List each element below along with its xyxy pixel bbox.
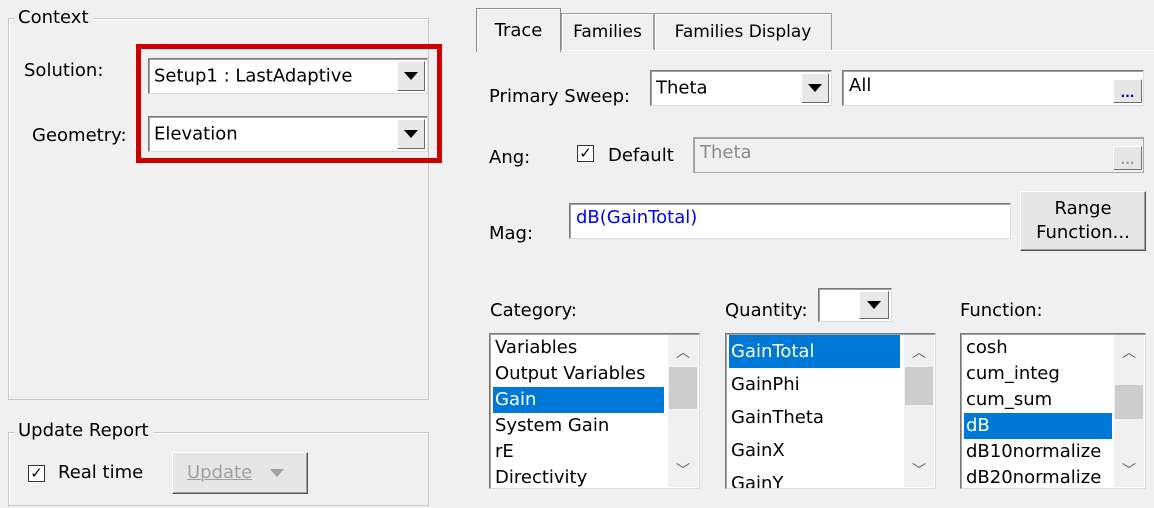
- quantity-label: Quantity:: [725, 300, 808, 321]
- tab-families-display[interactable]: Families Display: [654, 13, 832, 50]
- mag-value: dB(GainTotal): [576, 207, 698, 228]
- ang-field: Theta: [693, 137, 1144, 173]
- scroll-down-icon[interactable]: ﹀: [668, 455, 698, 485]
- function-list[interactable]: cosh cum_integ cum_sum dB dB10normalize dB20n…: [960, 333, 1146, 489]
- list-item[interactable]: Variables: [493, 335, 664, 361]
- chevron-down-icon: [404, 72, 418, 80]
- primary-sweep-label: Primary Sweep:: [489, 86, 631, 107]
- sweep-range-field[interactable]: All: [842, 70, 1144, 106]
- list-item[interactable]: GainTotal: [729, 335, 900, 368]
- context-group-title: Context: [14, 7, 93, 29]
- function-label: Function:: [960, 300, 1043, 321]
- checkmark-icon: ✓: [579, 144, 592, 162]
- sweep-range-value: All: [849, 75, 872, 96]
- chevron-down-icon: [270, 469, 285, 477]
- update-report-title: Update Report: [14, 420, 153, 442]
- primary-sweep-select[interactable]: Theta: [650, 70, 832, 106]
- sweep-range-browse-button[interactable]: ...: [1113, 79, 1142, 103]
- solution-select[interactable]: Setup1 : LastAdaptive: [148, 58, 428, 94]
- primary-sweep-value: Theta: [656, 77, 708, 99]
- tab-trace[interactable]: Trace: [476, 8, 561, 52]
- solution-label: Solution:: [24, 60, 104, 81]
- solution-select-value: Setup1 : LastAdaptive: [154, 65, 353, 87]
- list-item[interactable]: dB20normalize: [964, 465, 1112, 488]
- geometry-select[interactable]: Elevation: [148, 116, 428, 152]
- update-button-label: Update: [187, 462, 253, 483]
- list-item[interactable]: Gain: [493, 387, 664, 413]
- ang-value: Theta: [700, 142, 752, 163]
- chevron-down-icon: [404, 130, 418, 138]
- ang-label: Ang:: [489, 147, 531, 168]
- default-label[interactable]: Default: [608, 145, 674, 166]
- list-item[interactable]: rE: [493, 439, 664, 465]
- category-list[interactable]: Variables Output Variables Gain System Gain…: [489, 333, 700, 489]
- geometry-dropdown-button[interactable]: [397, 119, 425, 149]
- geometry-select-value: Elevation: [154, 123, 238, 145]
- geometry-label: Geometry:: [32, 125, 127, 146]
- list-item[interactable]: GainPhi: [729, 368, 900, 401]
- quantity-list[interactable]: GainTotal GainPhi GainTheta GainX GainY ︿ ﹀: [725, 333, 936, 489]
- function-scroll-thumb[interactable]: [1115, 385, 1143, 419]
- list-item[interactable]: dB: [964, 413, 1112, 439]
- category-scroll-thumb[interactable]: [669, 367, 697, 409]
- list-item[interactable]: GainY: [729, 467, 900, 488]
- scroll-down-icon[interactable]: ﹀: [1114, 455, 1144, 485]
- quantity-scroll-thumb[interactable]: [905, 367, 933, 405]
- list-item[interactable]: GainTheta: [729, 401, 900, 434]
- list-item[interactable]: cum_integ: [964, 361, 1112, 387]
- default-checkbox[interactable]: ✓: [577, 145, 594, 162]
- mag-label: Mag:: [489, 223, 534, 244]
- checkmark-icon: ✓: [30, 464, 43, 482]
- list-item[interactable]: Directivity: [493, 465, 664, 488]
- realtime-checkbox[interactable]: ✓: [28, 465, 45, 482]
- quantity-scrollbar[interactable]: ︿ ﹀: [904, 335, 934, 487]
- category-label: Category:: [490, 300, 577, 321]
- primary-sweep-dropdown-button[interactable]: [801, 73, 829, 103]
- list-item[interactable]: GainX: [729, 434, 900, 467]
- quantity-filter-dropdown-button[interactable]: [859, 291, 889, 319]
- tab-families[interactable]: Families: [561, 13, 654, 50]
- tab-trace-label: Trace: [494, 20, 543, 41]
- chevron-down-icon: [867, 301, 881, 309]
- category-scrollbar[interactable]: ︿ ﹀: [668, 335, 698, 487]
- scroll-up-icon[interactable]: ︿: [1114, 337, 1144, 367]
- list-item[interactable]: Output Variables: [493, 361, 664, 387]
- range-function-label: Range Function...: [1036, 198, 1130, 243]
- scroll-up-icon[interactable]: ︿: [668, 337, 698, 367]
- list-item[interactable]: cum_sum: [964, 387, 1112, 413]
- solution-dropdown-button[interactable]: [397, 61, 425, 91]
- scroll-up-icon[interactable]: ︿: [904, 337, 934, 367]
- list-item[interactable]: dB10normalize: [964, 439, 1112, 465]
- list-item[interactable]: System Gain: [493, 413, 664, 439]
- tab-families-label: Families: [573, 22, 642, 42]
- mag-field[interactable]: dB(GainTotal): [569, 203, 1011, 239]
- chevron-down-icon: [808, 84, 822, 92]
- quantity-filter-select[interactable]: [818, 288, 892, 322]
- ang-browse-button[interactable]: ...: [1113, 146, 1142, 170]
- update-button[interactable]: Update: [172, 452, 308, 494]
- function-scrollbar[interactable]: ︿ ﹀: [1114, 335, 1144, 487]
- tab-families-display-label: Families Display: [674, 22, 812, 42]
- scroll-down-icon[interactable]: ﹀: [904, 455, 934, 485]
- range-function-button[interactable]: Range Function...: [1020, 191, 1146, 251]
- realtime-label[interactable]: Real time: [58, 462, 143, 483]
- list-item[interactable]: cosh: [964, 335, 1112, 361]
